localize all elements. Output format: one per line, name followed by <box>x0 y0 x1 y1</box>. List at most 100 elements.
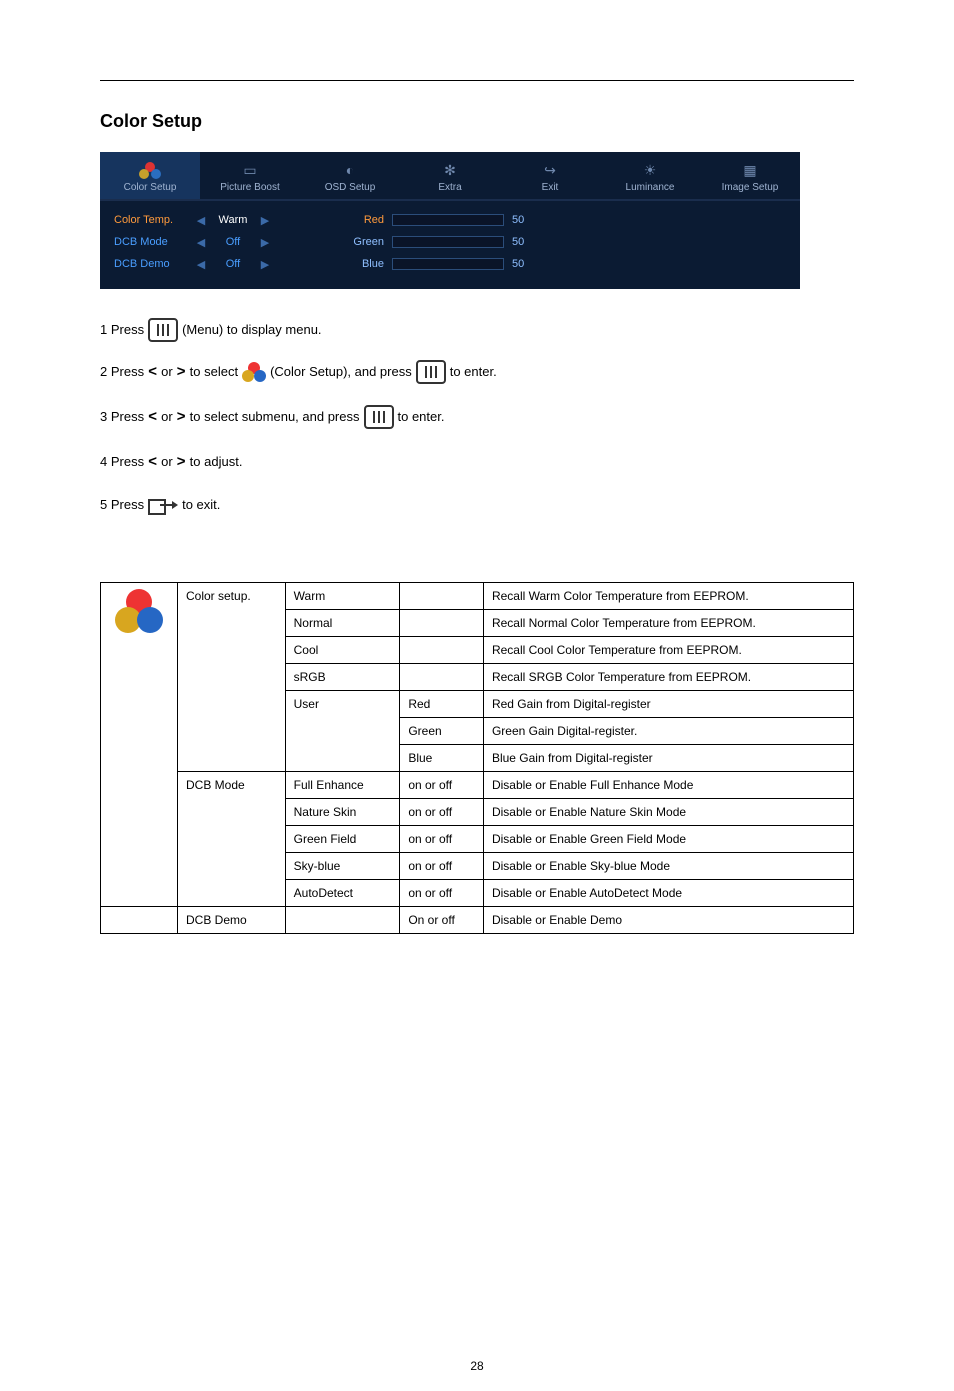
osd-row-color-temp: Color Temp. ◀ Warm ▶ <box>114 209 324 231</box>
table-cell <box>285 906 400 933</box>
color-setup-icon <box>115 589 163 633</box>
table-group: DCB Demo <box>178 906 286 933</box>
osd-tab-label: Luminance <box>626 182 675 193</box>
table-cell: Sky-blue <box>285 852 400 879</box>
step-text: to select <box>190 355 238 389</box>
table-cell: Red Gain from Digital-register <box>483 690 853 717</box>
greater-than-icon: > <box>177 443 186 482</box>
osd-tab-picture-boost: ▭ Picture Boost <box>200 152 300 199</box>
osd-row-value: Off <box>208 236 258 248</box>
table-cell: Recall SRGB Color Temperature from EEPRO… <box>483 663 853 690</box>
osd-row-label: DCB Demo <box>114 258 194 270</box>
table-cell: On or off <box>400 906 484 933</box>
slider-value: 50 <box>512 236 542 248</box>
osd-row-value: Warm <box>208 214 258 226</box>
slider-row-red: Red 50 <box>324 209 786 231</box>
osd-tab-luminance: ☀ Luminance <box>600 152 700 199</box>
menu-button-icon <box>364 405 394 429</box>
osd-tab-color-setup: Color Setup <box>100 152 200 199</box>
osd-row-value: Off <box>208 258 258 270</box>
table-row: DCB Demo On or off Disable or Enable Dem… <box>101 906 854 933</box>
table-row: Color setup. Warm Recall Warm Color Temp… <box>101 582 854 609</box>
osd-tab-label: OSD Setup <box>325 182 376 193</box>
page-number: 28 <box>0 1359 954 1373</box>
table-row: DCB Mode Full Enhance on or off Disable … <box>101 771 854 798</box>
table-cell: on or off <box>400 771 484 798</box>
slider-track <box>392 236 504 248</box>
slider-row-blue: Blue 50 <box>324 253 786 275</box>
table-cell: Blue Gain from Digital-register <box>483 744 853 771</box>
slider-track <box>392 258 504 270</box>
exit-button-icon <box>148 495 178 515</box>
slider-row-green: Green 50 <box>324 231 786 253</box>
step-text: 5 Press <box>100 488 144 522</box>
table-cell: Warm <box>285 582 400 609</box>
step-text: 3 Press <box>100 400 144 434</box>
table-group: Color setup. <box>178 582 286 771</box>
top-rule <box>100 80 854 81</box>
table-cell: Green Gain Digital-register. <box>483 717 853 744</box>
table-cell <box>400 582 484 609</box>
luminance-icon: ☀ <box>604 162 696 178</box>
osd-row-dcb-mode: DCB Mode ◀ Off ▶ <box>114 231 324 253</box>
step-text: to adjust. <box>190 445 243 479</box>
osd-row-label: Color Temp. <box>114 214 194 226</box>
section-title: Color Setup <box>100 111 854 132</box>
slider-value: 50 <box>512 258 542 270</box>
table-cell: Disable or Enable Nature Skin Mode <box>483 798 853 825</box>
table-cell: on or off <box>400 852 484 879</box>
color-setup-icon <box>242 362 266 382</box>
table-cell: Full Enhance <box>285 771 400 798</box>
table-cell: Disable or Enable Full Enhance Mode <box>483 771 853 798</box>
step-text: to enter. <box>450 355 497 389</box>
menu-button-icon <box>416 360 446 384</box>
less-than-icon: < <box>148 443 157 482</box>
less-than-icon: < <box>148 398 157 437</box>
table-cell: Green Field <box>285 825 400 852</box>
osd-tabs: Color Setup ▭ Picture Boost ◐ OSD Setup … <box>100 152 800 201</box>
table-cell: sRGB <box>285 663 400 690</box>
osd-tab-label: Picture Boost <box>220 182 279 193</box>
table-cell: Nature Skin <box>285 798 400 825</box>
table-cell <box>400 609 484 636</box>
step-text: or <box>161 400 173 434</box>
step-5: 5 Press to exit. <box>100 488 854 522</box>
table-group: DCB Mode <box>178 771 286 906</box>
osd-tab-image-setup: ▦ Image Setup <box>700 152 800 199</box>
slider-track <box>392 214 504 226</box>
osd-tab-label: Image Setup <box>722 182 779 193</box>
step-text: (Color Setup), and press <box>270 355 412 389</box>
step-text: or <box>161 445 173 479</box>
table-cell <box>400 663 484 690</box>
table-cell: Green <box>400 717 484 744</box>
step-text: to exit. <box>182 488 220 522</box>
table-cell: Disable or Enable Sky-blue Mode <box>483 852 853 879</box>
image-setup-icon: ▦ <box>704 162 796 178</box>
spec-table: Color setup. Warm Recall Warm Color Temp… <box>100 582 854 934</box>
slider-label: Green <box>324 236 384 248</box>
osd-setup-icon: ◐ <box>304 162 396 178</box>
table-cell: Normal <box>285 609 400 636</box>
table-cell: Disable or Enable Demo <box>483 906 853 933</box>
slider-label: Red <box>324 214 384 226</box>
osd-tab-extra: ✻ Extra <box>400 152 500 199</box>
table-cell: User <box>285 690 400 771</box>
osd-tab-osd-setup: ◐ OSD Setup <box>300 152 400 199</box>
step-text: 4 Press <box>100 445 144 479</box>
arrow-right-icon: ▶ <box>258 214 272 227</box>
step-text: or <box>161 355 173 389</box>
table-cell: Cool <box>285 636 400 663</box>
step-2: 2 Press < or > to select (Color Setup), … <box>100 353 854 392</box>
osd-tab-label: Exit <box>542 182 559 193</box>
osd-row-label: DCB Mode <box>114 236 194 248</box>
step-4: 4 Press < or > to adjust. <box>100 443 854 482</box>
table-cell: Recall Normal Color Temperature from EEP… <box>483 609 853 636</box>
step-3: 3 Press < or > to select submenu, and pr… <box>100 398 854 437</box>
osd-tab-label: Color Setup <box>124 182 177 193</box>
osd-tab-label: Extra <box>438 182 461 193</box>
less-than-icon: < <box>148 353 157 392</box>
table-cell: Blue <box>400 744 484 771</box>
step-text: to select submenu, and press <box>190 400 360 434</box>
osd-row-dcb-demo: DCB Demo ◀ Off ▶ <box>114 253 324 275</box>
osd-screenshot: Color Setup ▭ Picture Boost ◐ OSD Setup … <box>100 152 800 289</box>
